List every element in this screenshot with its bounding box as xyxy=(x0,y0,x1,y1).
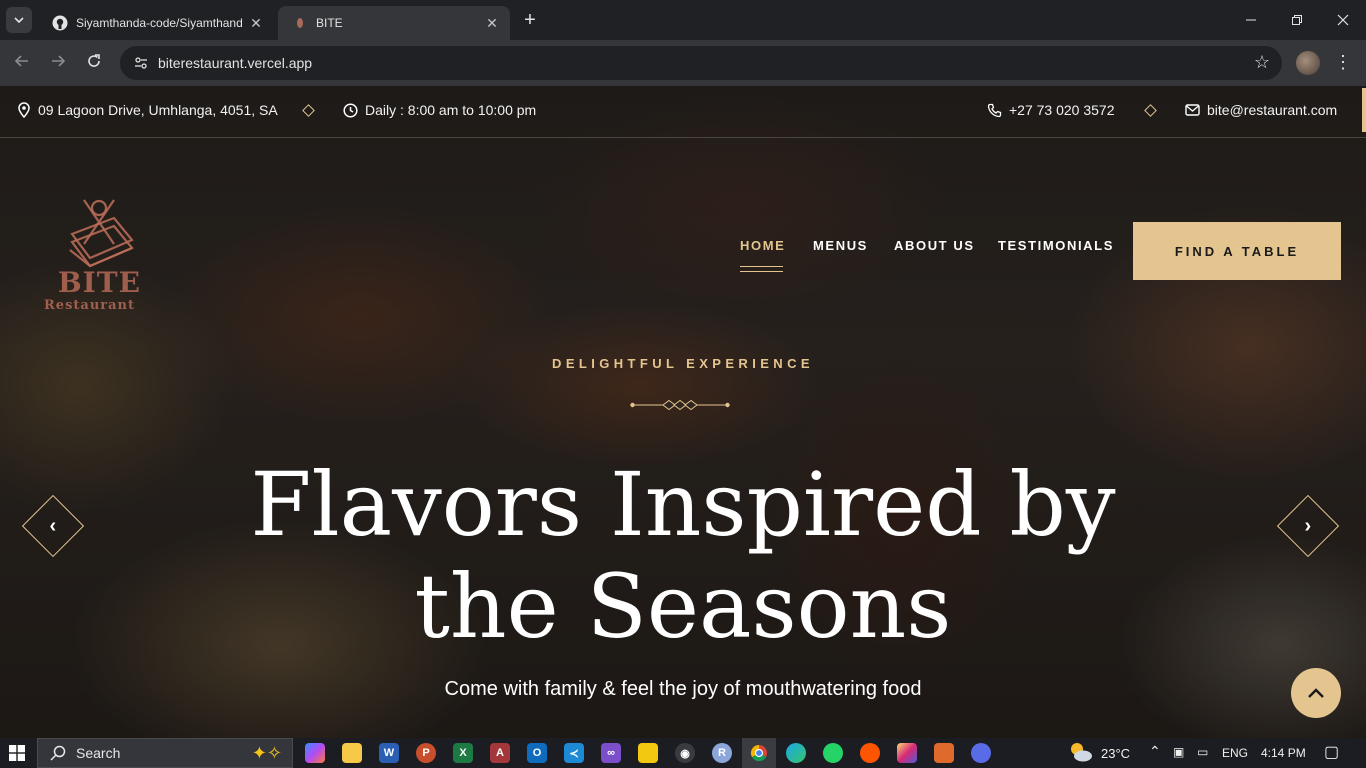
arrow-right-icon xyxy=(52,55,66,67)
search-icon xyxy=(50,745,66,761)
close-tab-icon[interactable]: ✕ xyxy=(248,15,264,31)
hours-text: Daily : 8:00 am to 10:00 pm xyxy=(365,102,537,118)
clock-icon xyxy=(343,102,358,118)
teams-icon[interactable]: ◉ xyxy=(675,743,695,763)
minimize-button[interactable] xyxy=(1228,0,1274,40)
chrome-icon[interactable] xyxy=(742,738,776,768)
info-topbar: 09 Lagoon Drive, Umhlanga, 4051, SA Dail… xyxy=(0,86,1366,138)
soundcloud-icon[interactable] xyxy=(860,743,880,763)
reload-button[interactable] xyxy=(82,51,106,75)
windows-start-icon[interactable] xyxy=(9,745,25,761)
chevron-down-icon xyxy=(14,17,24,24)
headline-line-2: the Seasons xyxy=(414,555,952,658)
whatsapp-icon[interactable] xyxy=(823,743,843,763)
notification-icon[interactable]: ▢ xyxy=(1324,742,1339,762)
active-nav-underline xyxy=(740,266,783,272)
forward-button[interactable] xyxy=(46,51,70,75)
phone-text: +27 73 020 3572 xyxy=(1009,102,1115,118)
weather-icon[interactable] xyxy=(1068,741,1094,766)
restore-icon xyxy=(1292,15,1302,25)
battery-icon[interactable]: ▭ xyxy=(1197,745,1208,759)
bite-favicon-icon xyxy=(297,18,303,28)
email-text: bite@restaurant.com xyxy=(1207,102,1338,118)
separator-diamond-icon xyxy=(302,104,315,117)
search-highlight-icon: ✦✧ xyxy=(251,743,282,763)
side-tab-handle[interactable] xyxy=(1362,88,1366,132)
restore-button[interactable] xyxy=(1274,0,1320,40)
instagram-icon[interactable] xyxy=(897,743,917,763)
meet-icon[interactable]: ▣ xyxy=(1173,745,1184,759)
nav-testimonials[interactable]: TESTIMONIALS xyxy=(998,238,1114,253)
tab-title: Siyamthanda-code/Siyamthand xyxy=(76,16,243,30)
tray-overflow-chevron-icon[interactable]: ⌃ xyxy=(1149,743,1161,760)
back-button[interactable] xyxy=(10,51,34,75)
close-icon xyxy=(1337,14,1349,26)
minimize-icon xyxy=(1246,19,1256,21)
app-icon[interactable] xyxy=(934,743,954,763)
nav-menus[interactable]: MENUS xyxy=(813,238,868,253)
separator-diamond-icon xyxy=(1144,104,1157,117)
reload-icon xyxy=(88,54,100,67)
hero-section: 09 Lagoon Drive, Umhlanga, 4051, SA Dail… xyxy=(0,86,1366,738)
arrow-left-icon xyxy=(14,55,28,67)
chevron-up-icon xyxy=(1308,688,1324,698)
r-icon[interactable]: R xyxy=(712,743,732,763)
edge-icon[interactable] xyxy=(786,743,806,763)
power-bi-icon[interactable] xyxy=(638,743,658,763)
file-explorer-icon[interactable] xyxy=(342,743,362,763)
vscode-icon[interactable]: ≺ xyxy=(564,743,584,763)
nav-home[interactable]: HOME xyxy=(740,238,785,253)
find-a-table-button[interactable]: FIND A TABLE xyxy=(1133,222,1341,280)
browser-tab-strip: Siyamthanda-code/Siyamthand ✕ BITE ✕ + xyxy=(0,0,1366,40)
outlook-icon[interactable]: O xyxy=(527,743,547,763)
hero-headline: Flavors Inspired by the Seasons xyxy=(0,454,1366,658)
browser-menu-icon[interactable]: ⋮ xyxy=(1334,51,1352,75)
back-to-top-button[interactable] xyxy=(1291,668,1341,718)
site-settings-icon[interactable] xyxy=(126,55,156,71)
close-window-button[interactable] xyxy=(1320,0,1366,40)
browser-tab-github[interactable]: Siyamthanda-code/Siyamthand ✕ xyxy=(38,6,274,40)
address-info: 09 Lagoon Drive, Umhlanga, 4051, SA xyxy=(17,102,278,118)
weather-temp: 23°C xyxy=(1101,746,1131,761)
settings-icon[interactable] xyxy=(971,743,991,763)
hero-subtitle: DELIGHTFUL EXPERIENCE xyxy=(552,356,814,371)
browser-toolbar: biterestaurant.vercel.app ☆ ⋮ xyxy=(0,40,1366,86)
github-icon xyxy=(52,15,68,31)
address-bar[interactable]: biterestaurant.vercel.app ☆ xyxy=(120,46,1282,80)
location-pin-icon xyxy=(18,102,30,118)
copilot-icon[interactable] xyxy=(305,743,325,763)
powerpoint-icon[interactable]: P xyxy=(416,743,436,763)
hero-tagline: Come with family & feel the joy of mouth… xyxy=(444,678,922,700)
access-icon[interactable]: A xyxy=(490,743,510,763)
nav-about-us[interactable]: ABOUT US xyxy=(894,238,975,253)
word-icon[interactable]: W xyxy=(379,743,399,763)
close-tab-icon[interactable]: ✕ xyxy=(484,15,500,31)
windows-taskbar: Search ✦✧ W P X A O ≺ ∞ ◉ R 23°C ⌃ ▣ ▭ E… xyxy=(0,738,1366,768)
chevron-right-icon: › xyxy=(1304,514,1312,537)
separator-ornament-icon xyxy=(630,399,730,411)
phone-icon xyxy=(987,103,1002,117)
phone-info[interactable]: +27 73 020 3572 xyxy=(987,102,1115,118)
bookmark-star-icon[interactable]: ☆ xyxy=(1254,52,1270,73)
excel-icon[interactable]: X xyxy=(453,743,473,763)
headline-line-1: Flavors Inspired by xyxy=(250,453,1116,556)
email-info[interactable]: bite@restaurant.com xyxy=(1185,102,1337,118)
taskbar-search-box[interactable]: Search ✦✧ xyxy=(37,738,293,768)
visual-studio-icon[interactable]: ∞ xyxy=(601,743,621,763)
language-indicator[interactable]: ENG xyxy=(1222,746,1248,760)
tab-title: BITE xyxy=(316,16,343,30)
chevron-left-icon: ‹ xyxy=(49,514,57,537)
logo-subtitle: Restaurant xyxy=(44,298,136,313)
hours-info: Daily : 8:00 am to 10:00 pm xyxy=(343,102,536,118)
url-text: biterestaurant.vercel.app xyxy=(158,55,313,71)
taskbar-search-placeholder: Search xyxy=(76,745,121,761)
address-text: 09 Lagoon Drive, Umhlanga, 4051, SA xyxy=(38,102,278,118)
clock-time[interactable]: 4:14 PM xyxy=(1261,746,1306,760)
new-tab-button[interactable]: + xyxy=(518,10,542,32)
tab-search-button[interactable] xyxy=(6,7,32,33)
browser-tab-bite[interactable]: BITE ✕ xyxy=(278,6,510,40)
mail-icon xyxy=(1185,104,1200,116)
profile-avatar[interactable] xyxy=(1296,51,1320,75)
